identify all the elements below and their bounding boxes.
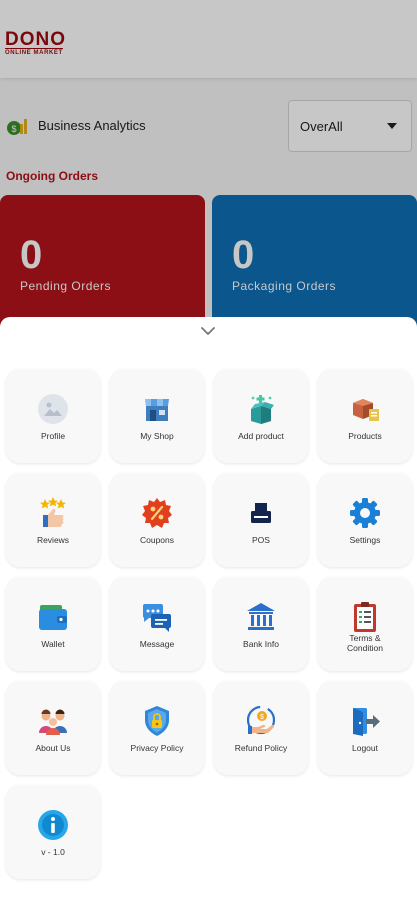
refund-icon: $	[246, 705, 276, 735]
menu-item-label: Reviews	[36, 535, 70, 545]
menu-item-about-us[interactable]: About Us	[6, 681, 100, 775]
menu-item-terms[interactable]: Terms & Condition	[318, 577, 412, 671]
menu-item-pos[interactable]: POS	[214, 473, 308, 567]
menu-item-wallet[interactable]: Wallet	[6, 577, 100, 671]
menu-item-label: Add product	[238, 431, 284, 441]
menu-item-products[interactable]: Products	[318, 369, 412, 463]
message-icon	[142, 604, 171, 632]
menu-item-label: Terms & Condition	[347, 633, 383, 653]
menu-item-version[interactable]: v - 1.0	[6, 785, 100, 879]
menu-item-label: My Shop	[140, 431, 174, 441]
menu-item-settings[interactable]: Settings	[318, 473, 412, 567]
products-icon	[353, 399, 379, 421]
menu-item-my-shop[interactable]: My Shop	[110, 369, 204, 463]
menu-item-logout[interactable]: Logout	[318, 681, 412, 775]
chevron-down-icon[interactable]	[198, 321, 218, 341]
menu-item-label: Profile	[40, 431, 66, 441]
about-us-icon	[39, 709, 67, 735]
menu-item-label: Coupons	[139, 535, 175, 545]
svg-text:$: $	[260, 714, 264, 721]
menu-item-privacy-policy[interactable]: Privacy Policy	[110, 681, 204, 775]
menu-item-label: Products	[348, 431, 382, 441]
terms-icon	[354, 602, 376, 632]
menu-item-coupons[interactable]: Coupons	[110, 473, 204, 567]
logout-icon	[353, 708, 380, 736]
privacy-icon	[145, 706, 169, 736]
menu-item-label: v - 1.0	[41, 847, 65, 857]
add-product-icon	[251, 395, 274, 424]
shop-icon	[145, 399, 169, 421]
menu-bottom-sheet: Profile My Shop Add product Products Rev…	[0, 317, 417, 900]
info-icon	[38, 810, 68, 840]
menu-item-label: Wallet	[41, 639, 65, 649]
menu-item-message[interactable]: Message	[110, 577, 204, 671]
menu-item-label: Privacy Policy	[130, 743, 184, 753]
profile-icon	[38, 394, 68, 424]
menu-item-bank-info[interactable]: Bank Info	[214, 577, 308, 671]
menu-item-label: Refund Policy	[234, 743, 288, 753]
menu-item-label: About Us	[35, 743, 71, 753]
wallet-icon	[39, 605, 67, 630]
menu-item-profile[interactable]: Profile	[6, 369, 100, 463]
menu-item-label: Logout	[352, 743, 378, 753]
menu-item-reviews[interactable]: Reviews	[6, 473, 100, 567]
menu-item-add-product[interactable]: Add product	[214, 369, 308, 463]
pos-icon	[251, 503, 271, 523]
menu-item-label: Message	[139, 639, 175, 649]
menu-item-label: Settings	[349, 535, 381, 545]
reviews-icon	[40, 497, 66, 527]
gear-icon	[350, 498, 380, 528]
menu-item-label: Bank Info	[243, 639, 279, 649]
menu-item-label: POS	[252, 535, 270, 545]
menu-item-refund-policy[interactable]: $ Refund Policy	[214, 681, 308, 775]
bank-icon	[247, 603, 275, 630]
coupon-icon	[142, 498, 172, 528]
